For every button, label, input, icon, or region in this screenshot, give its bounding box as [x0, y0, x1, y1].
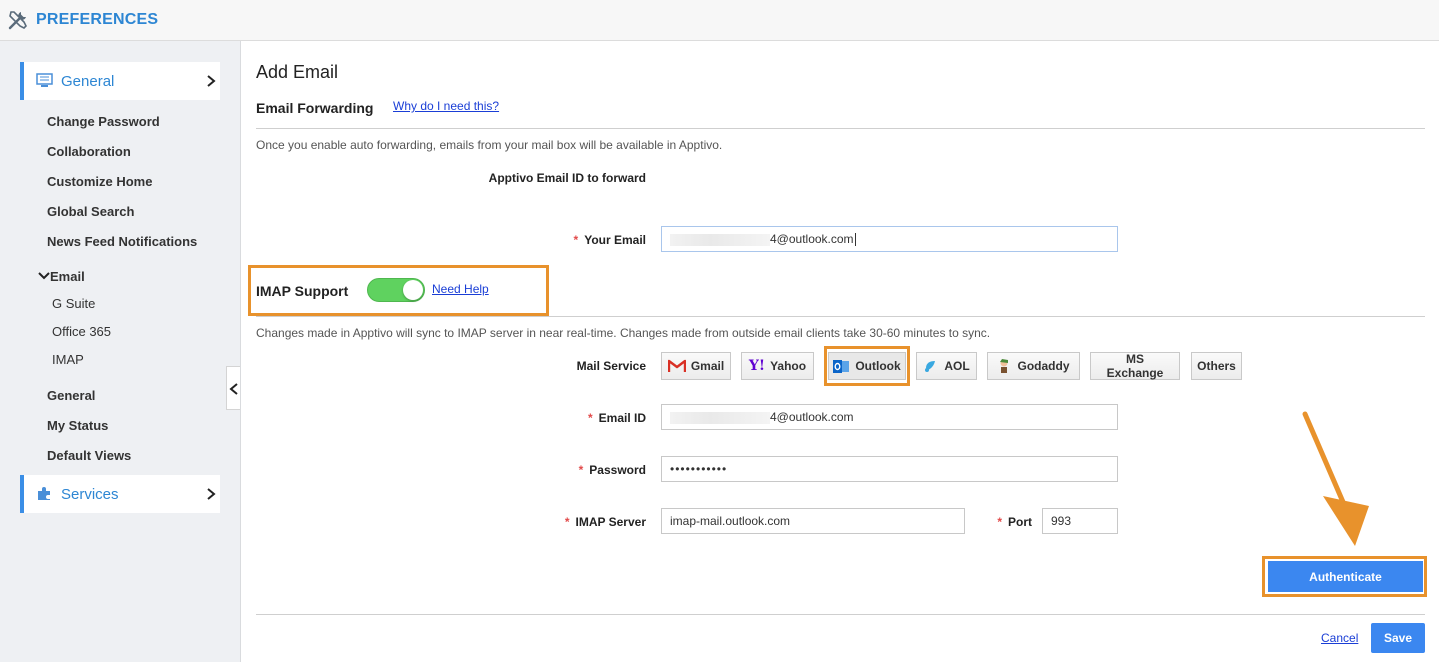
sidebar-section-label: General: [61, 73, 115, 90]
sidebar-item-news-feed[interactable]: News Feed Notifications: [47, 234, 197, 249]
service-aol-button[interactable]: AOL: [916, 352, 977, 380]
port-label: * Port: [997, 515, 1032, 529]
sidebar-group-label: Email: [50, 269, 85, 284]
service-ms-exchange-button[interactable]: MS Exchange: [1090, 352, 1180, 380]
sidebar-item-global-search[interactable]: Global Search: [47, 204, 134, 219]
imap-support-label: IMAP Support: [256, 283, 349, 299]
password-label: * Password: [578, 463, 646, 477]
chevron-right-icon: [207, 488, 216, 500]
sidebar-collapse-button[interactable]: [226, 366, 240, 410]
authenticate-button[interactable]: Authenticate: [1268, 561, 1423, 592]
app-header: PREFERENCES: [0, 0, 1439, 41]
sidebar-section-label: Services: [61, 486, 119, 503]
save-button[interactable]: Save: [1371, 623, 1425, 653]
service-godaddy-button[interactable]: Godaddy: [987, 352, 1080, 380]
imap-sync-note: Changes made in Apptivo will sync to IMA…: [256, 326, 991, 340]
email-id-label: * Email ID: [587, 411, 646, 425]
sidebar-item-change-password[interactable]: Change Password: [47, 114, 160, 129]
sidebar-section-services[interactable]: Services: [20, 475, 220, 513]
puzzle-icon: [38, 487, 50, 500]
page-title: PREFERENCES: [36, 11, 159, 28]
service-yahoo-button[interactable]: Y! Yahoo: [741, 352, 814, 380]
form-title: Add Email: [256, 62, 339, 82]
service-gmail-button[interactable]: Gmail: [661, 352, 731, 380]
sidebar: General Change Password Collaboration Cu…: [0, 41, 241, 662]
main-panel: Add Email Email Forwarding Why do I need…: [241, 41, 1439, 662]
imap-server-label: * IMAP Server: [564, 515, 646, 529]
sidebar-item-default-views[interactable]: Default Views: [47, 448, 131, 463]
divider: [256, 614, 1425, 615]
cancel-link[interactable]: Cancel: [1321, 631, 1358, 645]
redacted-text: [670, 411, 770, 424]
sidebar-section-general[interactable]: General: [20, 62, 220, 100]
sidebar-item-general[interactable]: General: [47, 388, 95, 403]
chevron-right-icon: [207, 75, 216, 87]
tools-icon: [8, 11, 27, 30]
why-need-this-link[interactable]: Why do I need this?: [393, 99, 499, 113]
toggle-knob: [403, 280, 423, 300]
sidebar-group-email[interactable]: Email: [38, 269, 85, 284]
need-help-link[interactable]: Need Help: [432, 282, 489, 296]
forwarding-note: Once you enable auto forwarding, emails …: [256, 138, 723, 152]
annotation-arrow-icon: [1302, 411, 1369, 546]
gmail-icon: [667, 359, 686, 372]
aol-icon: [925, 361, 936, 372]
chevron-down-icon: [38, 272, 50, 280]
mail-service-label: Mail Service: [576, 359, 646, 373]
yahoo-icon: Y!: [748, 358, 766, 374]
password-input[interactable]: •••••••••••: [661, 456, 1118, 482]
port-input[interactable]: 993: [1042, 508, 1118, 534]
sidebar-item-imap[interactable]: IMAP: [52, 352, 84, 367]
divider: [256, 316, 1425, 317]
imap-server-input[interactable]: imap-mail.outlook.com: [661, 508, 965, 534]
imap-support-toggle[interactable]: [367, 278, 425, 302]
outlook-icon: [833, 359, 850, 373]
redacted-text: [670, 233, 770, 246]
service-others-button[interactable]: Others: [1191, 352, 1242, 380]
sidebar-item-my-status[interactable]: My Status: [47, 418, 108, 433]
divider: [256, 128, 1425, 129]
godaddy-icon: [1000, 359, 1009, 373]
service-outlook-button[interactable]: Outlook: [828, 352, 906, 380]
email-forwarding-heading: Email Forwarding: [256, 100, 374, 116]
sidebar-item-gsuite[interactable]: G Suite: [52, 296, 95, 311]
sidebar-item-collaboration[interactable]: Collaboration: [47, 144, 131, 159]
sidebar-item-customize-home[interactable]: Customize Home: [47, 174, 152, 189]
your-email-input[interactable]: 4@outlook.com: [661, 226, 1118, 252]
forward-id-label: Apptivo Email ID to forward: [488, 171, 646, 185]
monitor-icon: [36, 73, 53, 87]
sidebar-item-office365[interactable]: Office 365: [52, 324, 111, 339]
chevron-left-icon: [229, 383, 238, 395]
your-email-label: * Your Email: [573, 233, 646, 247]
email-id-input[interactable]: 4@outlook.com: [661, 404, 1118, 430]
